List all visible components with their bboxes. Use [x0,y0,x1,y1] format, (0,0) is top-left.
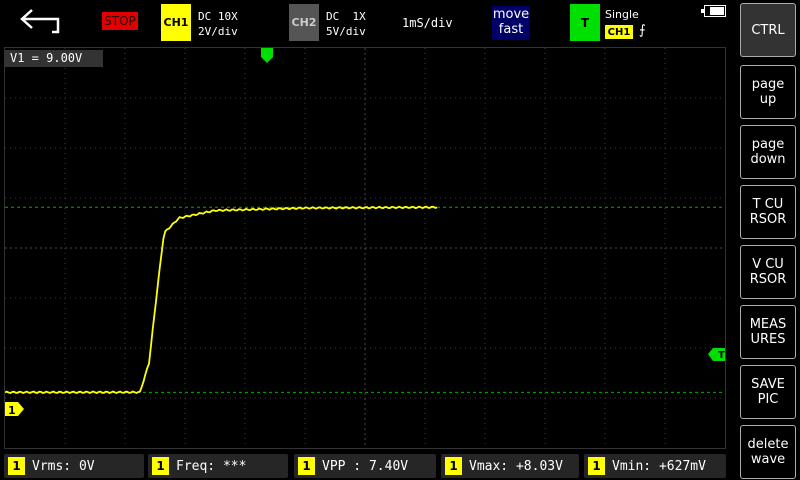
measurement-vmin[interactable]: 1 Vmin: +627mV [584,454,726,478]
measurement-vpp[interactable]: 1 VPP : 7.40V [294,454,436,478]
ch1-badge[interactable]: CH1 [161,4,191,41]
trigger-position-marker [261,48,273,63]
page-up-button[interactable]: page up [740,65,796,119]
save-pic-button[interactable]: SAVE PIC [740,365,796,419]
move-speed-line1: move [492,7,530,22]
ch1-trace [5,205,438,394]
battery-nub [701,9,704,13]
run-stop-indicator[interactable]: STOP [102,12,138,30]
page-down-button[interactable]: page down [740,125,796,179]
battery-icon [701,5,726,17]
measurement-value: VPP : 7.40V [322,459,409,474]
ch2-coupling: DC 1X [326,10,366,23]
battery-fill [710,7,724,15]
measurement-value: Freq: *** [176,459,247,474]
ch2-scale: 5V/div [326,25,366,38]
measurement-vmax[interactable]: 1 Vmax: +8.03V [441,454,579,478]
measurement-value: Vmin: +627mV [612,459,706,474]
ch1-settings[interactable]: DC 10X 2V/div [198,9,238,39]
t-cursor-button[interactable]: T CU RSOR [740,185,796,239]
measurement-channel-badge: 1 [298,457,315,475]
trigger-mode[interactable]: Single [605,8,639,21]
timebase[interactable]: 1mS/div [402,16,453,30]
top-status-bar: STOP CH1 DC 10X 2V/div CH2 DC 1X 5V/div … [0,0,736,46]
measurement-bar: 1 Vrms: 0V 1 Freq: *** 1 VPP : 7.40V 1 V… [0,451,736,480]
grid [5,48,725,448]
ch2-badge[interactable]: CH2 [289,4,319,41]
move-speed-line2: fast [498,22,524,37]
measurement-value: Vmax: +8.03V [469,459,563,474]
ch1-ground-marker-label: 1 [8,404,16,417]
ch2-settings[interactable]: DC 1X 5V/div [326,9,366,39]
right-sidebar: CTRL page up page down T CU RSOR V CU RS… [738,0,800,480]
measurement-channel-badge: 1 [8,457,25,475]
voltage-cursor-readout: V1 = 9.00V [5,50,103,67]
move-speed-toggle[interactable]: move fast [492,6,530,40]
rising-edge-icon[interactable]: ⨍ [639,23,646,38]
ctrl-button[interactable]: CTRL [740,3,796,57]
waveform-display: T 1 [5,48,725,448]
trigger-level-marker-label: T [718,350,725,361]
ch1-scale: 2V/div [198,25,238,38]
measurement-value: Vrms: 0V [32,459,95,474]
back-arrow-icon[interactable] [18,6,66,34]
scope-screen[interactable]: T 1 [4,47,726,449]
trigger-source[interactable]: CH1 [605,25,633,39]
measurement-channel-badge: 1 [445,457,462,475]
delete-wave-button[interactable]: delete wave [740,425,796,479]
measures-button[interactable]: MEAS URES [740,305,796,359]
measurement-freq[interactable]: 1 Freq: *** [148,454,288,478]
measurement-channel-badge: 1 [588,457,605,475]
ch1-coupling: DC 10X [198,10,238,23]
measurement-vrms[interactable]: 1 Vrms: 0V [4,454,144,478]
trigger-badge[interactable]: T [570,4,600,41]
measurement-channel-badge: 1 [152,457,169,475]
v-cursor-button[interactable]: V CU RSOR [740,245,796,299]
